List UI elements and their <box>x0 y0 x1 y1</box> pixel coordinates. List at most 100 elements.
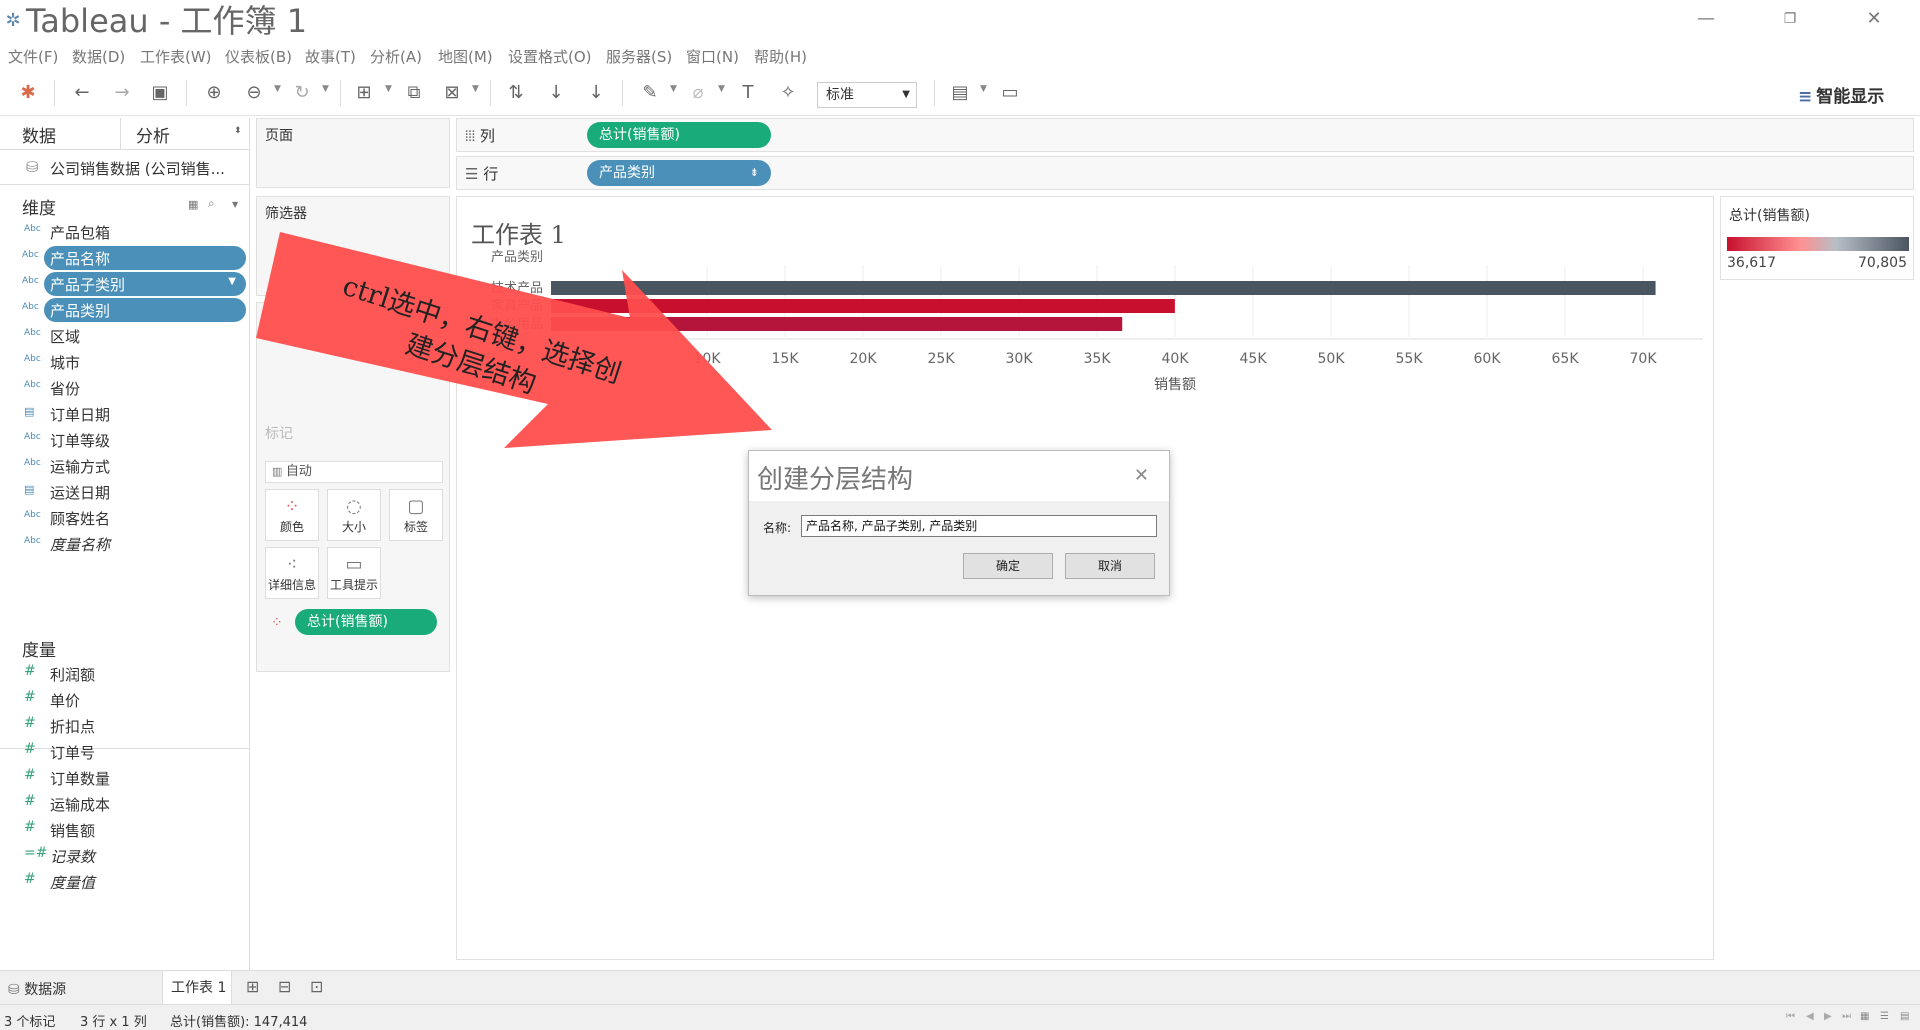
chevron-down-icon[interactable]: ▼ <box>385 84 392 94</box>
close-icon[interactable]: ✕ <box>1134 465 1149 486</box>
field-measure-names[interactable]: Abc 度量名称 <box>22 532 248 556</box>
last-page-icon[interactable]: ⏭ <box>1842 1011 1851 1022</box>
field-customer-name[interactable]: Abc 顾客姓名 <box>22 506 248 530</box>
pages-card[interactable]: 页面 <box>256 118 450 188</box>
show-labels-icon[interactable]: T <box>736 82 760 104</box>
new-story-icon[interactable]: ⊡ <box>310 977 323 996</box>
cancel-button[interactable]: 取消 <box>1065 553 1155 579</box>
chevron-down-icon[interactable]: ▼ <box>718 84 725 94</box>
tableau-home-icon[interactable]: ✱ <box>16 82 40 104</box>
field-product-category[interactable]: Abc 产品类别 <box>22 298 246 322</box>
chevron-down-icon[interactable]: ▼ <box>670 84 677 94</box>
field-measure-values[interactable]: # 度量值 <box>22 870 248 894</box>
field-city[interactable]: Abc 城市 <box>22 350 248 374</box>
tab-scroll-icon[interactable]: ⬍ <box>234 126 242 136</box>
datasource-name[interactable]: 公司销售数据 (公司销售... <box>50 158 225 179</box>
label-button[interactable]: ▢ 标签 <box>389 489 443 541</box>
menu-story[interactable]: 故事(T) <box>305 46 356 67</box>
menu-data[interactable]: 数据(D) <box>72 46 125 67</box>
field-profit[interactable]: # 利润额 <box>22 662 248 686</box>
menu-format[interactable]: 设置格式(O) <box>508 46 592 67</box>
datasource-tab[interactable]: ⛁ 数据源 <box>8 979 66 999</box>
field-order-quantity[interactable]: # 订单数量 <box>22 766 248 790</box>
tab-worksheet-1[interactable]: 工作表 1 <box>162 971 232 1005</box>
new-worksheet-icon[interactable]: ⊞ <box>352 82 376 104</box>
field-order-date[interactable]: ▤ 订单日期 <box>22 402 248 426</box>
highlight-icon[interactable]: ✎ <box>638 82 662 104</box>
columns-pill[interactable]: 总计(销售额) <box>587 122 771 148</box>
field-shipping-cost[interactable]: # 运输成本 <box>22 792 248 816</box>
menu-map[interactable]: 地图(M) <box>438 46 493 67</box>
sort-descending-icon[interactable]: ↓ <box>584 82 608 104</box>
tooltip-button[interactable]: ▭ 工具提示 <box>327 547 381 599</box>
chevron-down-icon[interactable]: ▼ <box>472 84 479 94</box>
duplicate-icon[interactable]: ⧉ <box>402 82 426 104</box>
field-product-subcategory[interactable]: Abc 产品子类别 ▼ <box>22 272 246 296</box>
smart-show-button[interactable]: ≡ 智能显示 <box>1798 82 1884 107</box>
field-product-box[interactable]: Abc 产品包箱 <box>22 220 248 244</box>
fit-select[interactable]: 标准 ▼ <box>817 82 917 108</box>
undo-icon[interactable]: ← <box>70 82 94 104</box>
mark-type-select[interactable]: ▥ 自动 <box>265 461 443 483</box>
detail-button[interactable]: ⁖ 详细信息 <box>265 547 319 599</box>
minimize-icon[interactable]: — <box>1686 6 1726 32</box>
menu-server[interactable]: 服务器(S) <box>606 46 672 67</box>
search-icon[interactable]: ⌕ <box>208 196 215 211</box>
prev-page-icon[interactable]: ◀ <box>1806 1011 1814 1022</box>
rows-shelf[interactable]: ☰ 行 产品类别 ⇟ <box>456 156 1914 190</box>
new-worksheet-icon[interactable]: ⊞ <box>246 977 259 996</box>
pause-update-icon[interactable]: ⊖ <box>242 82 266 104</box>
field-ship-date[interactable]: ▤ 运送日期 <box>22 480 248 504</box>
tab-data[interactable]: 数据 <box>22 122 56 147</box>
field-region[interactable]: Abc 区域 <box>22 324 248 348</box>
color-button[interactable]: ⁘ 颜色 <box>265 489 319 541</box>
sort-icon[interactable]: ⇟ <box>750 160 759 186</box>
new-datasource-icon[interactable]: ⊕ <box>202 82 226 104</box>
redo-icon[interactable]: → <box>110 82 134 104</box>
menu-dashboard[interactable]: 仪表板(B) <box>225 46 292 67</box>
rows-pill[interactable]: 产品类别 ⇟ <box>587 160 771 186</box>
filmstrip-icon[interactable]: ▤ <box>1900 1011 1909 1022</box>
chevron-down-icon[interactable]: ▼ <box>228 276 236 287</box>
list-view-icon[interactable]: ☰ <box>1880 1011 1889 1022</box>
size-button[interactable]: ◌ 大小 <box>327 489 381 541</box>
field-unit-price[interactable]: # 单价 <box>22 688 248 712</box>
sort-ascending-icon[interactable]: ↓ <box>544 82 568 104</box>
chevron-down-icon[interactable]: ▼ <box>274 84 281 94</box>
chevron-down-icon[interactable]: ▼ <box>980 84 987 94</box>
color-measure-pill[interactable]: 总计(销售额) <box>295 609 437 635</box>
first-page-icon[interactable]: ⏮ <box>1786 1011 1795 1022</box>
menu-worksheet[interactable]: 工作表(W) <box>140 46 212 67</box>
close-window-icon[interactable]: ✕ <box>1854 6 1894 32</box>
group-icon[interactable]: ⌀ <box>686 82 710 104</box>
chevron-down-icon[interactable]: ▼ <box>232 200 238 209</box>
menu-help[interactable]: 帮助(H) <box>754 46 807 67</box>
field-province[interactable]: Abc 省份 <box>22 376 248 400</box>
clear-sheet-icon[interactable]: ⊠ <box>440 82 464 104</box>
field-order-level[interactable]: Abc 订单等级 <box>22 428 248 452</box>
field-shipping-method[interactable]: Abc 运输方式 <box>22 454 248 478</box>
field-product-name[interactable]: Abc 产品名称 <box>22 246 246 270</box>
menu-analysis[interactable]: 分析(A) <box>370 46 422 67</box>
restore-icon[interactable]: ❐ <box>1770 6 1810 32</box>
pin-icon[interactable]: ✧ <box>776 82 800 104</box>
menu-file[interactable]: 文件(F) <box>8 46 58 67</box>
columns-shelf[interactable]: ⦙⦙⦙ 列 总计(销售额) <box>456 118 1914 152</box>
show-cards-icon[interactable]: ▤ <box>948 82 972 104</box>
color-legend[interactable]: 总计(销售额) 36,617 70,805 <box>1720 196 1914 280</box>
view-list-icon[interactable]: ▦ <box>188 198 198 211</box>
swap-icon[interactable]: ⇅ <box>504 82 528 104</box>
refresh-icon[interactable]: ↻ <box>290 82 314 104</box>
tab-analysis[interactable]: 分析 <box>136 122 170 147</box>
hierarchy-name-input[interactable]: 产品名称, 产品子类别, 产品类别 <box>801 515 1157 537</box>
next-page-icon[interactable]: ▶ <box>1824 1011 1832 1022</box>
field-order-id[interactable]: # 订单号 <box>22 740 248 764</box>
grid-view-icon[interactable]: ▦ <box>1860 1011 1869 1022</box>
field-sales[interactable]: # 销售额 <box>22 818 248 842</box>
ok-button[interactable]: 确定 <box>963 553 1053 579</box>
new-dashboard-icon[interactable]: ⊟ <box>278 977 291 996</box>
presentation-icon[interactable]: ▭ <box>998 82 1022 104</box>
menu-window[interactable]: 窗口(N) <box>686 46 739 67</box>
field-record-count[interactable]: =# 记录数 <box>22 844 248 868</box>
field-discount[interactable]: # 折扣点 <box>22 714 248 738</box>
